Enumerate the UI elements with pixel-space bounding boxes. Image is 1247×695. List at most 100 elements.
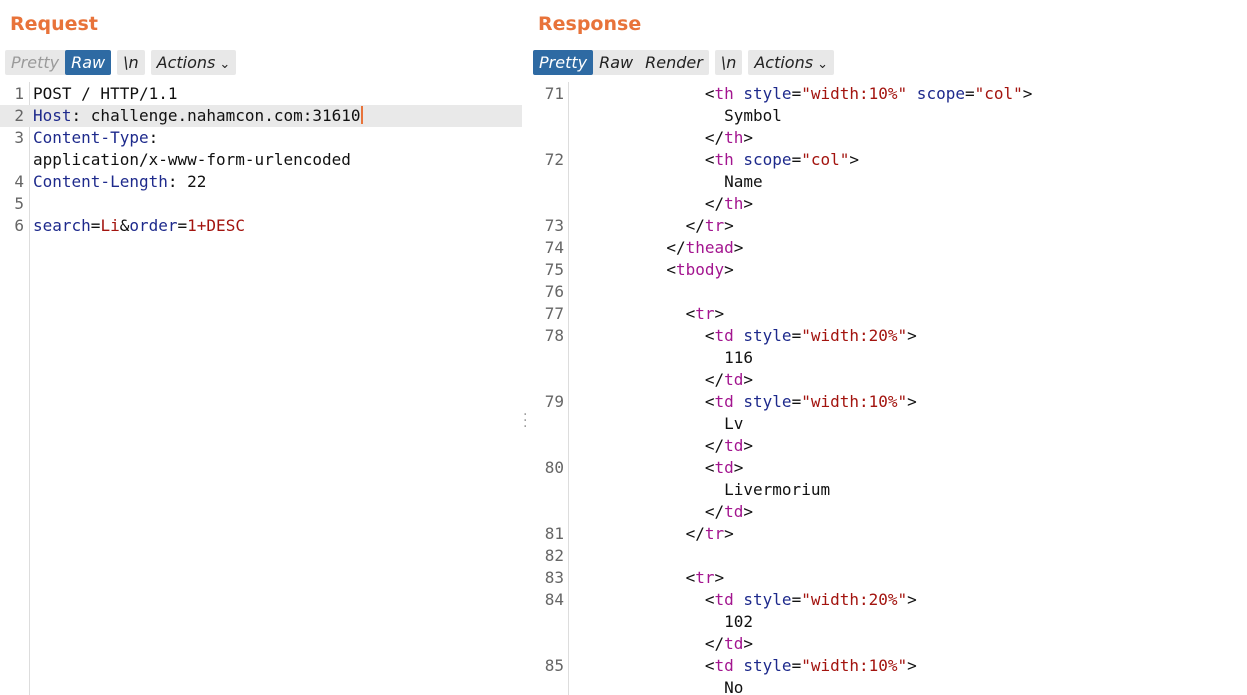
- response-token: th: [724, 128, 744, 147]
- response-code-line[interactable]: Name: [528, 171, 1247, 193]
- response-code-line[interactable]: 71 <th style="width:10%" scope="col">: [528, 83, 1247, 105]
- response-token: >: [714, 304, 725, 323]
- response-code-line[interactable]: 83 <tr>: [528, 567, 1247, 589]
- response-token: </: [570, 128, 725, 147]
- response-token: >: [743, 634, 754, 653]
- request-actions-button[interactable]: Actions ⌄: [151, 50, 237, 75]
- request-pretty-button[interactable]: Pretty: [5, 50, 65, 75]
- response-code-line[interactable]: </td>: [528, 369, 1247, 391]
- response-token: </: [570, 436, 725, 455]
- request-code-line[interactable]: application/x-www-form-urlencoded: [0, 149, 522, 171]
- response-code-line[interactable]: </td>: [528, 435, 1247, 457]
- response-code-line[interactable]: 80 <td>: [528, 457, 1247, 479]
- request-line-number: 4: [14, 172, 24, 191]
- response-token: <: [570, 326, 715, 345]
- request-line-number: 2: [14, 106, 24, 125]
- response-code-line[interactable]: 77 <tr>: [528, 303, 1247, 325]
- response-line-text: No: [570, 677, 743, 695]
- response-code-line[interactable]: 79 <td style="width:10%">: [528, 391, 1247, 413]
- response-code-line[interactable]: Symbol: [528, 105, 1247, 127]
- response-line-number: 77: [544, 304, 564, 323]
- response-token: =: [791, 590, 802, 609]
- response-title: Response: [538, 13, 642, 35]
- request-raw-button[interactable]: Raw: [65, 50, 112, 75]
- response-code-line[interactable]: 72 <th scope="col">: [528, 149, 1247, 171]
- request-token: 1+DESC: [187, 216, 245, 235]
- response-code-line[interactable]: 84 <td style="width:20%">: [528, 589, 1247, 611]
- response-line-number: 80: [544, 458, 564, 477]
- response-editor[interactable]: 71 <th style="width:10%" scope="col"> Sy…: [528, 82, 1247, 695]
- response-token: th: [724, 194, 744, 213]
- response-token: </: [570, 216, 705, 235]
- response-line-text: </td>: [570, 501, 753, 523]
- response-render-button[interactable]: Render: [639, 50, 709, 75]
- response-token: scope: [907, 84, 965, 103]
- response-actions-label: Actions: [754, 53, 814, 72]
- response-code-line[interactable]: </td>: [528, 501, 1247, 523]
- response-token: style: [733, 590, 792, 609]
- response-code-line[interactable]: </th>: [528, 127, 1247, 149]
- response-token: <: [570, 568, 696, 587]
- response-code-line[interactable]: Lv: [528, 413, 1247, 435]
- request-line-text: Content-Type:: [33, 127, 158, 149]
- response-line-text: </td>: [570, 435, 753, 457]
- response-line-text: Livermorium: [570, 479, 830, 501]
- response-line-text: <th style="width:10%" scope="col">: [570, 83, 1033, 105]
- response-code-line[interactable]: 75 <tbody>: [528, 259, 1247, 281]
- response-code-line[interactable]: No: [528, 677, 1247, 695]
- request-token: Host: [33, 106, 72, 125]
- response-code-line[interactable]: 73 </tr>: [528, 215, 1247, 237]
- response-token: </: [570, 634, 725, 653]
- response-code-line[interactable]: 78 <td style="width:20%">: [528, 325, 1247, 347]
- response-code-line[interactable]: 81 </tr>: [528, 523, 1247, 545]
- response-code-line[interactable]: </th>: [528, 193, 1247, 215]
- response-code-line[interactable]: </td>: [528, 633, 1247, 655]
- response-token: </: [570, 194, 725, 213]
- response-code-line[interactable]: 82: [528, 545, 1247, 567]
- response-pretty-button[interactable]: Pretty: [533, 50, 594, 75]
- response-line-text: </tr>: [570, 523, 734, 545]
- response-line-text: </tr>: [570, 215, 734, 237]
- response-token: >: [907, 326, 917, 345]
- request-token: : challenge.nahamcon.com:31610: [71, 106, 361, 125]
- response-code-line[interactable]: Livermorium: [528, 479, 1247, 501]
- response-line-number: 71: [544, 84, 564, 103]
- response-newline-toggle[interactable]: \n: [715, 50, 743, 75]
- request-token: search: [33, 216, 91, 235]
- request-line-number: 1: [14, 84, 24, 103]
- response-code-line[interactable]: 102: [528, 611, 1247, 633]
- response-token: </: [570, 370, 725, 389]
- response-token: tbody: [675, 260, 725, 279]
- request-editor[interactable]: 1 POST / HTTP/1.1 2 Host: challenge.nahamco…: [0, 82, 522, 695]
- response-raw-button[interactable]: Raw: [593, 50, 639, 75]
- request-line-number: 6: [14, 216, 24, 235]
- response-line-number: 75: [544, 260, 564, 279]
- request-code-line[interactable]: 5: [0, 193, 522, 215]
- request-code-line[interactable]: 4 Content-Length: 22: [0, 171, 522, 193]
- response-code-line[interactable]: 116: [528, 347, 1247, 369]
- request-code-line[interactable]: 1 POST / HTTP/1.1: [0, 83, 522, 105]
- response-token: td: [724, 502, 744, 521]
- response-token: th: [714, 84, 734, 103]
- response-line-number: 81: [544, 524, 564, 543]
- response-code-line[interactable]: 74 </thead>: [528, 237, 1247, 259]
- request-code-line[interactable]: 2 Host: challenge.nahamcon.com:31610: [0, 105, 522, 127]
- response-line-number: 83: [544, 568, 564, 587]
- response-code-line[interactable]: 76: [528, 281, 1247, 303]
- response-actions-button[interactable]: Actions ⌄: [748, 50, 834, 75]
- response-token: >: [907, 392, 917, 411]
- response-token: "width:20%": [801, 590, 908, 609]
- request-view-mode-group: Pretty Raw: [5, 50, 112, 75]
- response-code-line[interactable]: 85 <td style="width:10%">: [528, 655, 1247, 677]
- drag-handle-icon[interactable]: · · ·: [523, 408, 527, 434]
- request-line-text: Content-Length: 22: [33, 171, 206, 193]
- response-actions-group: Actions ⌄: [748, 50, 834, 75]
- request-line-text: POST / HTTP/1.1: [33, 83, 178, 105]
- response-token: =: [791, 326, 802, 345]
- request-code-line[interactable]: 6 search=Li&order=1+DESC: [0, 215, 522, 237]
- response-line-number: 74: [544, 238, 564, 257]
- request-code-line[interactable]: 3 Content-Type:: [0, 127, 522, 149]
- request-newline-toggle[interactable]: \n: [117, 50, 145, 75]
- response-token: 102: [570, 612, 754, 631]
- request-actions-group: Actions ⌄: [150, 50, 237, 75]
